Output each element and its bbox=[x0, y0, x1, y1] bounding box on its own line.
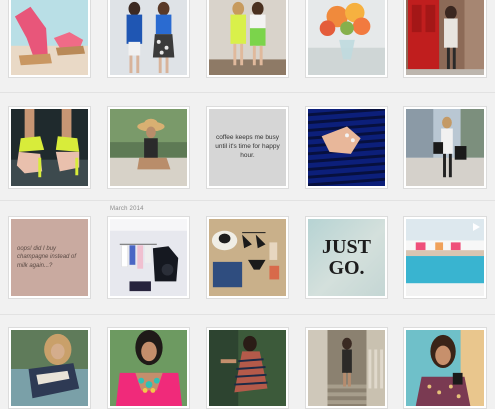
photo-tile[interactable] bbox=[206, 327, 289, 409]
women-neon-outfits-photo bbox=[209, 0, 286, 75]
woman-blonde-hair-photo bbox=[11, 330, 88, 406]
photo-tile[interactable] bbox=[403, 327, 487, 409]
pink-strappy-wedge-sandals-photo bbox=[11, 0, 88, 75]
woman-on-stairs-photo bbox=[308, 330, 385, 406]
quote-text: coffee keeps me busy until it's time for… bbox=[215, 134, 280, 159]
photo-tile[interactable] bbox=[107, 327, 190, 409]
just-go-text: JUST GO. bbox=[322, 236, 371, 279]
photo-tile[interactable] bbox=[305, 106, 388, 189]
photo-tile[interactable] bbox=[8, 106, 91, 189]
photo-tile[interactable]: JUST GO. bbox=[305, 216, 388, 299]
quote-text: oops! did I buy champagne instead of mil… bbox=[17, 246, 77, 269]
orange-roses-in-vase-photo bbox=[308, 0, 385, 75]
lime-heels-on-carpet-photo bbox=[11, 109, 88, 186]
photo-tile[interactable] bbox=[107, 106, 190, 189]
row-separator bbox=[0, 200, 495, 201]
photo-tile[interactable] bbox=[107, 0, 190, 78]
month-header: March 2014 bbox=[110, 206, 144, 212]
woman-in-sun-hat-photo bbox=[110, 109, 187, 186]
clothing-rack-studio-photo bbox=[110, 219, 187, 296]
row-separator bbox=[0, 314, 495, 315]
photo-tile[interactable] bbox=[305, 0, 388, 78]
just-go-text-image: JUST GO. bbox=[308, 219, 385, 296]
photo-tile[interactable] bbox=[305, 327, 388, 409]
video-tile[interactable] bbox=[403, 216, 487, 299]
blue-striped-dress-rings-photo bbox=[308, 109, 385, 186]
patterned-dress-pose-photo bbox=[209, 330, 286, 406]
pool-video-thumbnail bbox=[406, 219, 484, 296]
photo-tile[interactable] bbox=[206, 216, 289, 299]
pink-top-statement-necklace-photo bbox=[110, 330, 187, 406]
photo-tile[interactable] bbox=[8, 327, 91, 409]
quote-tile[interactable]: oops! did I buy champagne instead of mil… bbox=[8, 216, 91, 299]
play-icon bbox=[473, 223, 480, 231]
woman-in-doorway-photo bbox=[406, 330, 484, 406]
row-separator bbox=[0, 92, 495, 93]
women-blue-dress-and-floral-skirt-photo bbox=[110, 0, 187, 75]
coffee-quote-card: coffee keeps me busy until it's time for… bbox=[209, 109, 286, 186]
photo-tile[interactable] bbox=[8, 0, 91, 78]
champagne-quote-card: oops! did I buy champagne instead of mil… bbox=[11, 219, 88, 296]
photo-tile[interactable] bbox=[403, 0, 487, 78]
photo-tile[interactable] bbox=[403, 106, 487, 189]
bikini-flatlay-photo bbox=[209, 219, 286, 296]
photo-tile[interactable] bbox=[206, 0, 289, 78]
woman-at-red-door-photo bbox=[406, 0, 484, 75]
woman-with-shopping-bags-photo bbox=[406, 109, 484, 186]
quote-tile[interactable]: coffee keeps me busy until it's time for… bbox=[206, 106, 289, 189]
photo-tile[interactable] bbox=[107, 216, 190, 299]
